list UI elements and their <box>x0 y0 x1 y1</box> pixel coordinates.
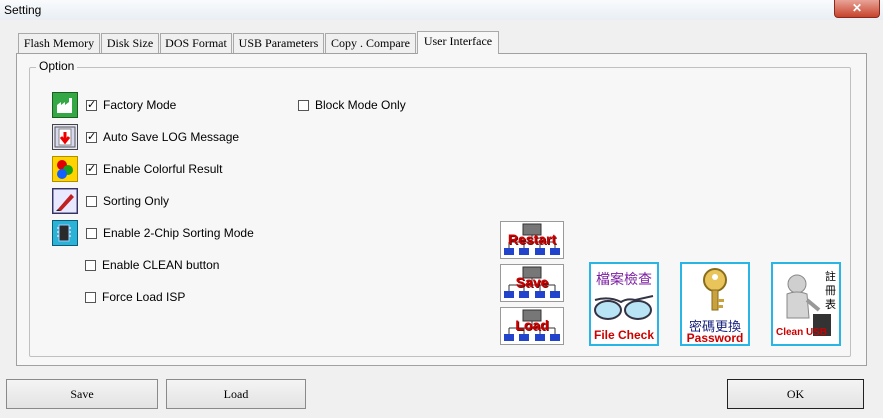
close-icon: ✕ <box>851 1 863 15</box>
restart-button[interactable]: Restart <box>500 221 564 259</box>
footer-load-label: Load <box>223 387 249 401</box>
clean-button-label: Enable CLEAN button <box>102 258 220 272</box>
auto-save-log-checkbox[interactable]: ✓ <box>86 132 97 143</box>
force-load-isp-checkbox[interactable] <box>85 292 96 303</box>
clean-cn-label-3: 表 <box>825 299 836 311</box>
factory-mode-label: Factory Mode <box>103 98 177 112</box>
window-title: Setting <box>4 3 42 17</box>
clean-usb-button[interactable]: 註 冊 表 Clean USB <box>771 262 841 346</box>
block-mode-checkbox[interactable] <box>298 100 309 111</box>
load-action-button[interactable]: Load <box>500 307 564 345</box>
tab-dos-format[interactable]: DOS Format <box>160 33 232 53</box>
auto-save-log-label: Auto Save LOG Message <box>103 130 240 144</box>
restart-label: Restart <box>507 231 557 247</box>
sorting-only-label: Sorting Only <box>103 194 170 208</box>
footer-save-label: Save <box>70 387 94 401</box>
tab-label: USB Parameters <box>238 36 319 50</box>
footer-save-button[interactable]: Save <box>6 379 158 409</box>
colorful-result-label: Enable Colorful Result <box>103 162 223 176</box>
factory-icon <box>52 92 78 118</box>
close-button[interactable]: ✕ <box>834 0 880 18</box>
clean-usb-en-label: Clean USB <box>776 327 828 338</box>
file-check-button[interactable]: 檔案檢查 File Check <box>589 262 659 346</box>
load-action-label: Load <box>515 317 549 333</box>
clean-button-checkbox[interactable] <box>85 260 96 271</box>
block-mode-label: Block Mode Only <box>315 98 406 112</box>
tab-label: User Interface <box>423 34 493 48</box>
key-icon <box>703 268 727 311</box>
file-check-cn-label: 檔案檢查 <box>596 271 652 287</box>
save-action-button[interactable]: Save <box>500 264 564 302</box>
file-check-en-label: File Check <box>593 328 655 342</box>
option-group-label: Option <box>36 59 78 73</box>
password-button[interactable]: 密碼更換 Password <box>680 262 750 346</box>
tab-label: Copy . Compare <box>331 36 410 50</box>
tab-copy-compare[interactable]: Copy . Compare <box>325 33 416 53</box>
password-en-label: Password <box>686 331 744 345</box>
log-save-icon <box>52 124 78 150</box>
color-circles-icon <box>52 156 78 182</box>
title-bar: Setting ✕ <box>0 0 883 20</box>
two-chip-sorting-checkbox[interactable] <box>86 228 97 239</box>
tab-usb-parameters[interactable]: USB Parameters <box>233 33 324 53</box>
pencil-sort-icon <box>52 188 78 214</box>
ok-button[interactable]: OK <box>727 379 864 409</box>
sorting-only-checkbox[interactable] <box>86 196 97 207</box>
tab-flash-memory[interactable]: Flash Memory <box>18 33 100 53</box>
glasses-icon <box>594 295 654 320</box>
colorful-result-checkbox[interactable]: ✓ <box>86 164 97 175</box>
tab-label: DOS Format <box>165 36 227 50</box>
tab-user-interface[interactable]: User Interface <box>417 31 499 54</box>
save-action-label: Save <box>515 274 549 290</box>
footer-load-button[interactable]: Load <box>166 379 306 409</box>
tab-disk-size[interactable]: Disk Size <box>101 33 159 53</box>
two-chip-sorting-label: Enable 2-Chip Sorting Mode <box>103 226 254 240</box>
tab-label: Flash Memory <box>23 36 95 50</box>
force-load-isp-label: Force Load ISP <box>102 290 186 304</box>
chip-icon <box>52 220 78 246</box>
factory-mode-checkbox[interactable]: ✓ <box>86 100 97 111</box>
tab-label: Disk Size <box>106 36 154 50</box>
ok-label: OK <box>786 387 805 401</box>
